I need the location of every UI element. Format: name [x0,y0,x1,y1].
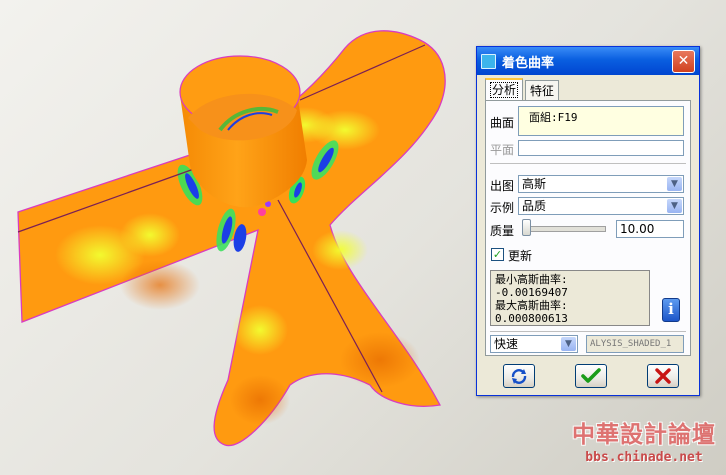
quality-value: 10.00 [620,222,655,236]
mode-select[interactable]: 快速 ▼ [490,335,578,353]
tab-feature-label: 特征 [530,84,555,98]
min-gauss-curvature: 最小高斯曲率: -0.00169407 [495,273,568,299]
example-label: 示例 [490,201,515,215]
close-button[interactable]: ✕ [672,49,695,73]
watermark-title: 中華設計論壇 [572,421,716,448]
dialog-titlebar[interactable]: 着色曲率 ✕ [477,47,699,75]
chevron-down-icon: ▼ [667,177,682,191]
plane-label: 平面 [490,143,515,157]
display-value: 高斯 [522,177,547,191]
quality-slider-track[interactable] [522,226,606,232]
quality-slider-thumb[interactable] [522,219,531,236]
cancel-x-icon [655,368,671,384]
update-label: 更新 [508,249,533,263]
tab-bar: 分析 特征 [485,78,561,101]
repeat-icon [511,369,527,384]
plane-collector[interactable] [518,140,684,156]
divider [490,331,686,332]
chevron-down-icon: ▼ [667,199,682,213]
analysis-name-field[interactable]: ALYSIS_SHADED_1 [586,335,684,353]
analysis-name-value: ALYSIS_SHADED_1 [590,339,672,349]
quality-label: 质量 [490,224,515,238]
window-icon [481,53,496,69]
surface-collector[interactable]: 面組:F19 [518,106,684,136]
checkmark-icon [581,368,601,383]
tab-analysis-label: 分析 [490,82,519,98]
ok-button[interactable] [575,364,607,388]
example-select[interactable]: 品质 ▼ [518,197,684,215]
site-watermark: 中華設計論壇 bbs.chinade.net [568,418,720,470]
cancel-button[interactable] [647,364,679,388]
divider [490,163,686,164]
watermark-url: bbs.chinade.net [585,450,703,465]
curvature-results: 最小高斯曲率: -0.00169407 最大高斯曲率: 0.000800613 [490,270,650,326]
chevron-down-icon: ▼ [561,337,576,351]
quality-input[interactable]: 10.00 [616,220,684,238]
surface-value: 面組:F19 [529,111,578,124]
dialog-title: 着色曲率 [502,55,555,71]
tab-analysis[interactable]: 分析 [485,78,524,101]
display-select[interactable]: 高斯 ▼ [518,175,684,193]
example-value: 品质 [522,199,547,213]
update-checkbox[interactable]: ✓ [491,248,504,261]
surface-label: 曲面 [490,116,515,130]
analysis-panel: 曲面 面組:F19 平面 出图 高斯 ▼ 示例 品质 ▼ 质量 10.00 ✓ … [485,100,691,356]
max-gauss-curvature: 最大高斯曲率: 0.000800613 [495,299,568,325]
mode-value: 快速 [494,337,519,351]
shaded-curvature-dialog: 着色曲率 ✕ 分析 特征 曲面 面組:F19 平面 出图 高斯 ▼ 示例 品质 … [476,46,700,396]
display-label: 出图 [490,179,515,193]
info-icon[interactable]: i [662,298,680,322]
tab-feature[interactable]: 特征 [525,80,560,101]
repeat-button[interactable] [503,364,535,388]
